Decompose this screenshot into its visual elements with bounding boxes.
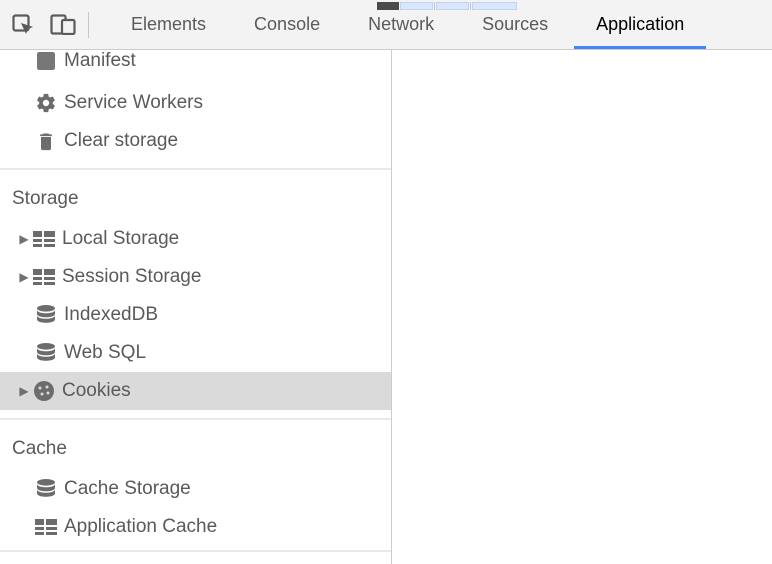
sidebar-item-clear-storage[interactable]: Clear storage [0, 122, 391, 160]
tab-sources[interactable]: Sources [458, 0, 572, 49]
sidebar-item-label: Cookies [62, 380, 131, 402]
sidebar-item-service-workers[interactable]: Service Workers [0, 84, 391, 122]
tab-label: Elements [131, 14, 206, 35]
expand-arrow-icon: ▶ [16, 232, 32, 246]
devtools-toolbar: Elements Console Network Sources Applica… [0, 0, 772, 50]
panel-content [392, 50, 772, 564]
sidebar-item-application-cache[interactable]: Application Cache [0, 508, 391, 546]
tab-application[interactable]: Application [572, 0, 708, 49]
tab-label: Sources [482, 14, 548, 35]
sidebar-item-label: Service Workers [64, 92, 203, 114]
cookie-icon [32, 379, 56, 403]
tab-label: Application [596, 14, 684, 35]
expand-arrow-icon: ▶ [16, 270, 32, 284]
sidebar-item-label: IndexedDB [64, 304, 158, 326]
grid-icon [32, 265, 56, 289]
sidebar-item-cookies[interactable]: ▶ Cookies [0, 372, 391, 410]
trash-icon [34, 129, 58, 153]
group-title-cache: Cache [0, 420, 391, 470]
database-icon [34, 477, 58, 501]
tab-label: Network [368, 14, 434, 35]
sidebar-item-label: Local Storage [62, 228, 179, 250]
devtools-tabs: Elements Console Network Sources Applica… [107, 0, 708, 49]
expand-arrow-icon: ▶ [16, 384, 32, 398]
grid-icon [34, 515, 58, 539]
tab-label: Console [254, 14, 320, 35]
sidebar-item-label: Session Storage [62, 266, 201, 288]
toolbar-separator [88, 12, 89, 38]
group-separator [0, 550, 391, 552]
sidebar-item-websql[interactable]: Web SQL [0, 334, 391, 372]
grid-icon [32, 227, 56, 251]
sidebar-item-label: Cache Storage [64, 478, 191, 500]
sidebar-item-local-storage[interactable]: ▶ Local Storage [0, 220, 391, 258]
sidebar-item-label: Clear storage [64, 130, 178, 152]
sidebar-item-session-storage[interactable]: ▶ Session Storage [0, 258, 391, 296]
tab-elements[interactable]: Elements [107, 0, 230, 49]
sidebar-item-manifest[interactable]: Manifest [0, 50, 391, 80]
database-icon [34, 341, 58, 365]
manifest-icon [34, 50, 58, 73]
application-sidebar: Manifest Service Workers Clear storage S… [0, 50, 392, 564]
group-title-storage: Storage [0, 170, 391, 220]
gear-icon [34, 91, 58, 115]
tab-console[interactable]: Console [230, 0, 344, 49]
device-toolbar-icon[interactable] [46, 8, 80, 42]
sidebar-item-indexeddb[interactable]: IndexedDB [0, 296, 391, 334]
tab-network[interactable]: Network [344, 0, 458, 49]
sidebar-item-cache-storage[interactable]: Cache Storage [0, 470, 391, 508]
inspect-element-icon[interactable] [6, 8, 40, 42]
sidebar-item-label: Manifest [64, 50, 136, 72]
sidebar-item-label: Application Cache [64, 516, 217, 538]
sidebar-item-label: Web SQL [64, 342, 146, 364]
database-icon [34, 303, 58, 327]
